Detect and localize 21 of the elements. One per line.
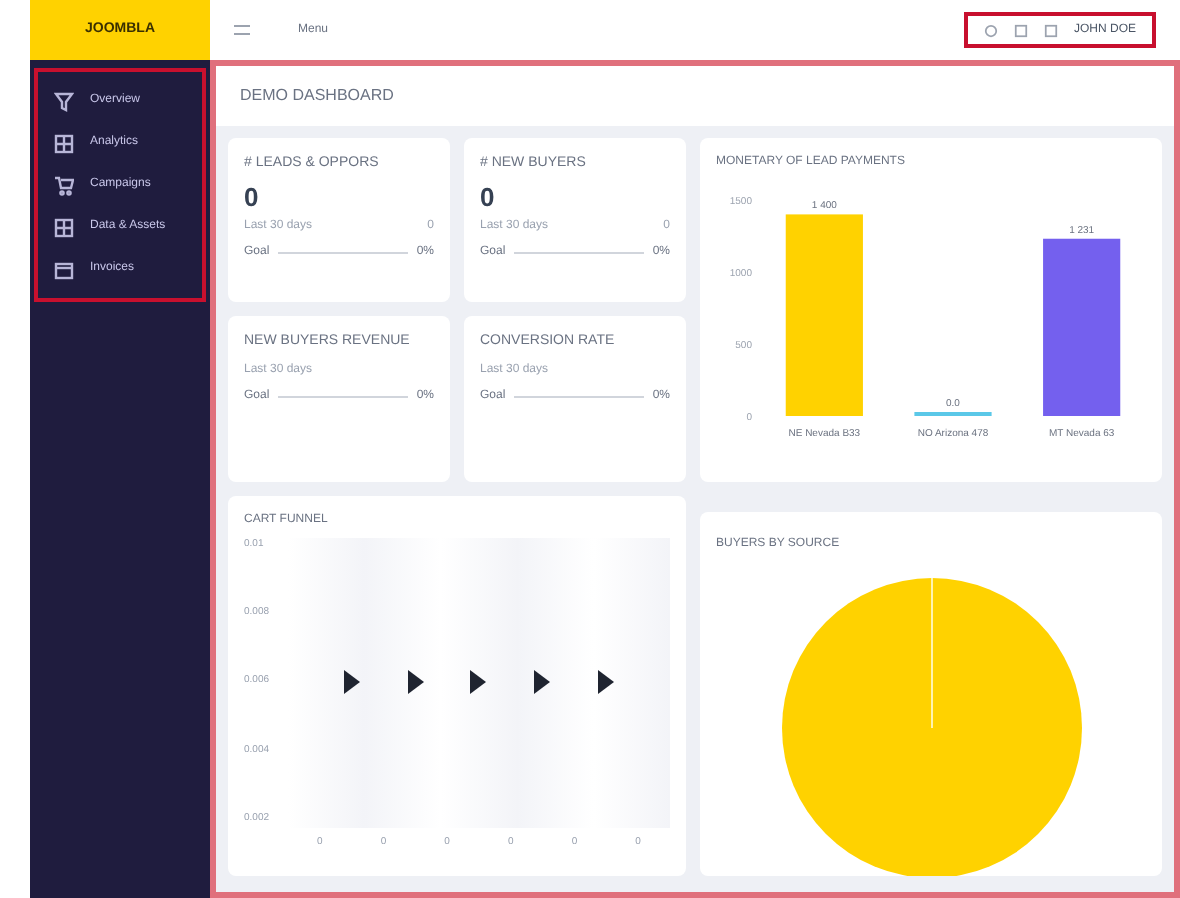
triangle-marker xyxy=(598,670,615,694)
square-icon[interactable] xyxy=(1043,23,1058,37)
goal-line xyxy=(277,251,409,253)
grid-icon xyxy=(54,217,74,237)
triangle-marker xyxy=(407,670,424,694)
metric-value: 0 xyxy=(480,183,497,209)
square-icon[interactable] xyxy=(1013,23,1028,37)
calendar-icon xyxy=(54,259,74,279)
triangle-marker xyxy=(470,670,487,694)
metric-value: 0 xyxy=(244,183,261,209)
page-title: DEMO DASHBOARD xyxy=(240,84,394,108)
triangle-marker xyxy=(343,670,360,694)
cart-icon xyxy=(54,175,74,195)
goal-line xyxy=(513,395,645,398)
goal-line xyxy=(513,251,645,253)
menu-icon[interactable] xyxy=(234,24,250,36)
circle-icon[interactable] xyxy=(983,23,998,37)
grid-icon xyxy=(54,133,74,153)
triangle-marker xyxy=(534,670,551,694)
goal-line xyxy=(277,395,409,398)
funnel-icon xyxy=(54,91,74,111)
